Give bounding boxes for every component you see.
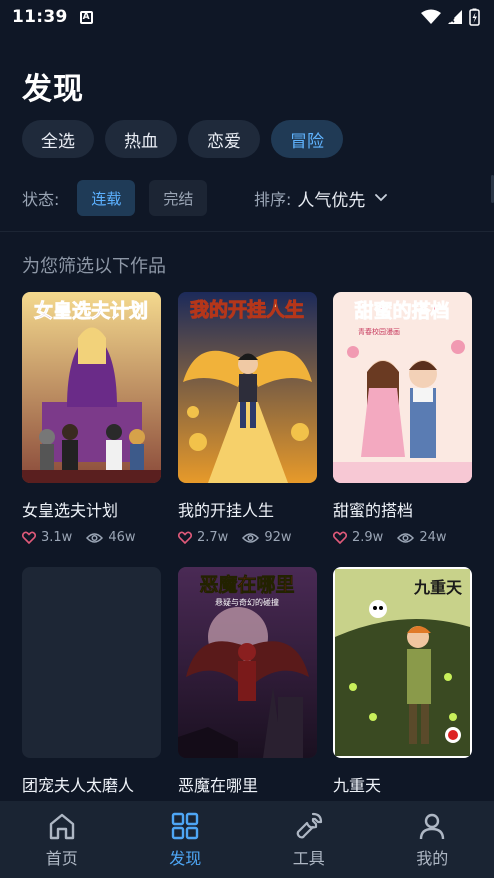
nav-profile-label: 我的 xyxy=(416,848,449,868)
comic-stats: 2.9w 24w xyxy=(333,530,472,545)
genre-chip-all[interactable]: 全选 xyxy=(22,120,94,158)
comic-cover-image[interactable]: 甜蜜的搭档 青春校园漫画 xyxy=(333,292,472,483)
nav-home[interactable]: 首页 xyxy=(12,811,112,869)
comic-cover-placeholder[interactable] xyxy=(22,567,161,758)
view-count: 24w xyxy=(419,530,447,545)
divider xyxy=(0,231,494,232)
notification-a-icon: A xyxy=(79,10,93,24)
sort-value: 人气优先 xyxy=(297,190,366,211)
status-bar: 11:39 A xyxy=(0,0,494,34)
genre-chip-row: 全选 热血 恋爱 冒险 xyxy=(22,120,343,158)
comic-stats: 3.1w 46w xyxy=(22,530,161,545)
comic-cover-subtext: 悬疑与奇幻的碰撞 xyxy=(215,597,279,607)
grid-icon xyxy=(172,812,199,839)
view-count: 92w xyxy=(264,530,292,545)
status-serializing-tag[interactable]: 连载 xyxy=(77,180,136,216)
section-title: 为您筛选以下作品 xyxy=(22,256,166,277)
like-count: 3.1w xyxy=(41,530,73,545)
cellular-signal-icon xyxy=(448,10,462,24)
wrench-icon xyxy=(296,812,322,838)
eye-icon xyxy=(242,532,260,543)
heart-icon xyxy=(22,531,36,544)
comic-cover-text: 九重天 xyxy=(413,578,463,597)
comic-stats: 2.7w 92w xyxy=(178,530,317,545)
nav-profile[interactable]: 我的 xyxy=(382,811,482,869)
sort-dropdown[interactable]: 排序: 人气优先 xyxy=(254,186,388,211)
comic-title: 女皇选夫计划 xyxy=(22,501,119,520)
eye-icon xyxy=(397,532,415,543)
sort-label: 排序: xyxy=(254,190,292,209)
comic-cover-image[interactable]: 九重天 xyxy=(333,567,472,758)
genre-chip-action[interactable]: 热血 xyxy=(105,120,177,158)
status-time: 11:39 xyxy=(12,7,68,27)
comic-title: 九重天 xyxy=(333,776,382,795)
comic-title: 恶魔在哪里 xyxy=(178,776,259,795)
home-icon xyxy=(49,813,74,839)
comic-card[interactable]: 女皇选夫计划 女皇选夫计划 3.1w 46w xyxy=(22,292,161,545)
battery-icon xyxy=(469,8,480,26)
comic-title: 甜蜜的搭档 xyxy=(333,501,414,520)
page-title: 发现 xyxy=(22,72,84,107)
genre-chip-adventure[interactable]: 冒险 xyxy=(271,120,343,158)
like-count: 2.7w xyxy=(197,530,229,545)
nav-tools[interactable]: 工具 xyxy=(259,811,359,869)
nav-discover[interactable]: 发现 xyxy=(135,811,235,869)
comic-cover-image[interactable]: 我的开挂人生 xyxy=(178,292,317,483)
user-icon xyxy=(420,813,445,839)
comic-cover-text: 恶魔在哪里 xyxy=(199,573,294,596)
comic-cover-text: 甜蜜的搭档 xyxy=(354,299,449,322)
heart-icon xyxy=(178,531,192,544)
nav-tools-label: 工具 xyxy=(292,848,325,868)
like-count: 2.9w xyxy=(352,530,384,545)
heart-icon xyxy=(333,531,347,544)
comic-card[interactable]: 我的开挂人生 我的开挂人生 2.7w 92w xyxy=(178,292,317,545)
filter-row: 状态: 连载 完结 排序: 人气优先 xyxy=(22,180,482,216)
chevron-down-icon xyxy=(375,194,388,202)
comic-card[interactable]: 九重天 九重天 xyxy=(333,567,472,796)
bottom-navigation: 首页 发现 工具 我的 xyxy=(0,801,494,878)
genre-chip-romance[interactable]: 恋爱 xyxy=(188,120,260,158)
comic-card[interactable]: 甜蜜的搭档 青春校园漫画 甜蜜的搭档 2.9w 24w xyxy=(333,292,472,545)
wifi-icon xyxy=(421,9,441,24)
comic-cover-subtext: 青春校园漫画 xyxy=(358,327,400,336)
comic-card[interactable]: 恶魔在哪里 悬疑与奇幻的碰撞 恶魔在哪里 xyxy=(178,567,317,796)
comic-cover-text: 我的开挂人生 xyxy=(190,298,304,321)
eye-icon xyxy=(86,532,104,543)
status-completed-tag[interactable]: 完结 xyxy=(149,180,208,216)
status-filter-label: 状态: xyxy=(22,190,60,209)
comic-title: 团宠夫人太磨人 xyxy=(22,776,135,795)
comic-cover-text: 女皇选夫计划 xyxy=(34,299,148,322)
comic-cover-image[interactable]: 恶魔在哪里 悬疑与奇幻的碰撞 xyxy=(178,567,317,758)
nav-home-label: 首页 xyxy=(45,848,78,868)
view-count: 46w xyxy=(108,530,136,545)
comic-title: 我的开挂人生 xyxy=(178,501,275,520)
nav-discover-label: 发现 xyxy=(169,848,202,868)
comic-cover-image[interactable]: 女皇选夫计划 xyxy=(22,292,161,483)
comic-card[interactable]: 团宠夫人太磨人 xyxy=(22,567,161,796)
